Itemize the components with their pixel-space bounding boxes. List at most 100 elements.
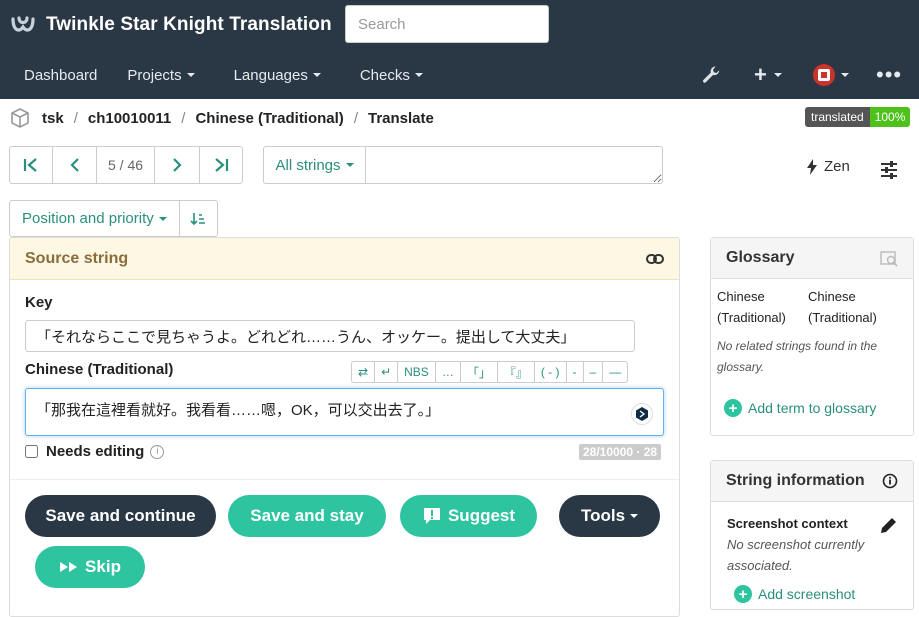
filter-label: All strings [275,156,341,174]
panel-title: Source string [25,249,129,267]
link-icon[interactable] [646,253,664,265]
brand[interactable]: Twinkle Star Knight Translation [10,12,332,38]
key-value: 「それならここで見ちゃうよ。どれどれ……うん、オッケー。提出して大丈夫」 [25,320,635,352]
pencil-icon[interactable] [879,515,899,540]
fast-forward-icon [60,562,78,572]
main-nav: Dashboard Projects Languages Checks [0,60,438,90]
char-button-en-dash[interactable]: – [584,362,604,382]
sort-direction-button[interactable] [179,200,218,237]
glossary-source-column: Chinese (Traditional) [717,289,786,325]
breadcrumb-current: Translate [367,109,434,127]
string-position: 5 / 46 [97,147,155,183]
string-information-panel: String information Screenshot context No… [710,460,914,610]
filter-query-input[interactable] [365,146,663,184]
sort-dropdown[interactable]: Position and priority [9,200,180,237]
special-chars-toolbar: ⇄ ↵ NBS … 「」 『』 ( - ) - – — [351,361,629,383]
char-button-ellipsis[interactable]: … [436,362,461,382]
char-button-nbsp[interactable]: NBS [398,362,436,382]
skip-button[interactable]: Skip [35,546,145,588]
breadcrumb-project[interactable]: tsk [42,110,64,127]
string-info-header: String information [711,461,913,502]
caret-down-icon [630,514,639,518]
breadcrumb-separator: / [73,109,78,127]
last-icon [215,158,229,172]
save-and-continue-button[interactable]: Save and continue [25,495,216,537]
first-string-button[interactable] [10,147,53,183]
glossary-header: Glossary [711,238,913,279]
translated-badge: translated 100% [805,107,911,127]
translation-label: Chinese (Traditional) [25,361,174,378]
key-label: Key [25,294,53,311]
machine-translation-button[interactable] [631,403,653,425]
site-title: Twinkle Star Knight Translation [46,14,332,35]
sort-ascending-icon [190,212,206,225]
char-button-corner-brackets[interactable]: 「」 [461,362,498,382]
lightning-icon [807,158,817,175]
breadcrumb-separator: / [353,109,358,127]
nav-dashboard-label: Dashboard [24,66,98,84]
last-string-button[interactable] [200,147,242,183]
comment-exclamation-icon [423,508,440,524]
source-string-header: Source string [10,238,679,280]
previous-string-button[interactable] [53,147,97,183]
nav-checks-label: Checks [359,66,410,84]
user-menu-button[interactable] [813,63,849,87]
info-icon[interactable]: i [150,444,165,459]
needs-editing-checkbox[interactable]: Needs editing i [25,443,165,460]
translate-panel: Source string Key 「それならここで見ちゃうよ。どれどれ……うん… [9,237,680,617]
add-menu-button[interactable]: + [754,63,782,87]
char-button-em-dash[interactable]: — [603,362,627,382]
plus-circle-icon: + [734,585,752,603]
caret-down-icon [345,163,354,167]
char-button-hyphen[interactable]: - [567,362,584,382]
info-circle-icon[interactable] [882,473,898,489]
screenshot-context-title: Screenshot context [727,516,848,531]
nav-checks[interactable]: Checks [336,67,438,84]
search-input[interactable] [345,5,549,43]
nav-languages[interactable]: Languages [210,67,336,84]
badge-value: 100% [869,107,911,127]
add-screenshot-link[interactable]: + Add screenshot [734,585,855,603]
screenshot-note: No screenshot currently associated. [727,537,865,573]
suggest-button[interactable]: Suggest [400,495,537,537]
first-icon [23,158,37,172]
more-menu-button[interactable]: ••• [876,63,902,87]
tools-button[interactable]: Tools [559,495,660,537]
char-button-white-corner-brackets[interactable]: 『』 [498,362,535,382]
top-navbar: Twinkle Star Knight Translation Dashboar… [0,0,919,99]
breadcrumb-language[interactable]: Chinese (Traditional) [195,110,343,127]
char-button-parentheses[interactable]: ( - ) [535,362,567,382]
cube-icon [11,108,29,128]
caret-down-icon [841,73,849,77]
nav-projects[interactable]: Projects [103,67,209,84]
caret-down-icon [773,73,782,77]
breadcrumb-component[interactable]: ch10010011 [88,110,171,127]
divider [10,479,679,480]
nav-projects-label: Projects [127,66,182,84]
string-info-title: String information [726,472,865,489]
glossary-title: Glossary [726,249,795,266]
glossary-panel: Glossary Chinese (Traditional) Chinese (… [710,237,914,436]
settings-sliders-icon[interactable] [879,160,899,185]
wrench-icon[interactable] [702,63,722,87]
breadcrumb: tsk / ch10010011 / Chinese (Traditional)… [10,106,434,130]
nav-dashboard[interactable]: Dashboard [0,67,103,84]
zen-mode-button[interactable]: Zen [806,158,850,175]
character-counter: 28/10000 · 28 [579,444,662,460]
next-string-button[interactable] [155,147,200,183]
chevron-left-icon [69,158,79,172]
char-button-newline[interactable]: ↵ [375,362,399,382]
deepl-icon [636,407,648,421]
save-and-stay-button[interactable]: Save and stay [228,495,386,537]
filter-dropdown[interactable]: All strings [263,146,365,184]
suggest-label: Suggest [447,506,516,525]
glossary-target-column: Chinese (Traditional) [808,289,877,325]
string-pager: 5 / 46 [9,146,243,184]
needs-editing-input[interactable] [25,445,38,458]
glossary-search-icon[interactable] [880,249,898,267]
chevron-right-icon [173,158,182,172]
char-button-rtl[interactable]: ⇄ [352,362,376,382]
translation-textarea[interactable]: 「那我在這裡看就好。我看看……嗯，OK，可以交出去了。」 [25,388,664,436]
add-term-to-glossary-link[interactable]: + Add term to glossary [724,399,876,417]
avatar [813,64,835,86]
